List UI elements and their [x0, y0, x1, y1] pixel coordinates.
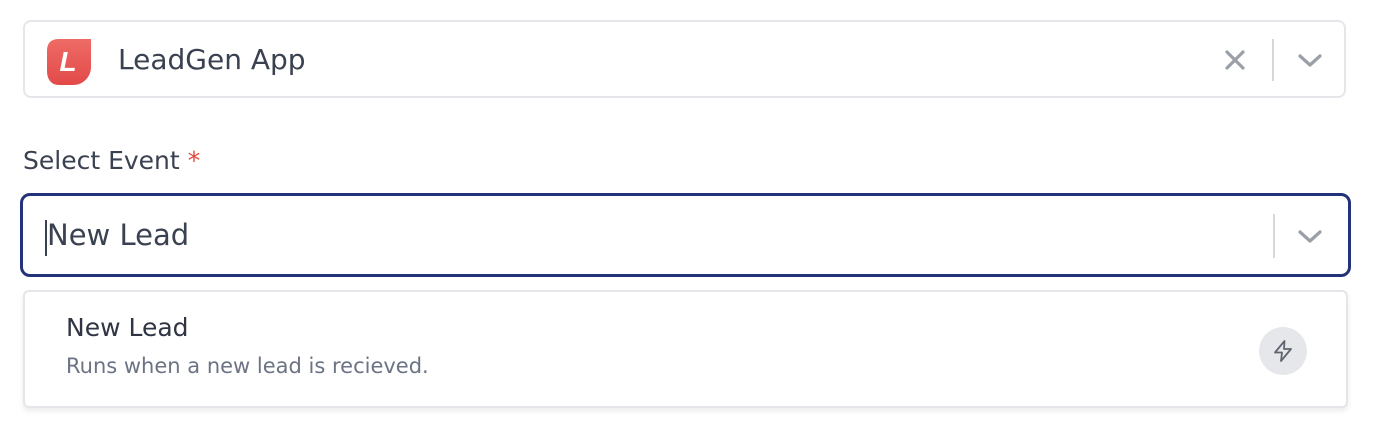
indicator-separator — [1272, 39, 1274, 81]
option-description: Runs when a new lead is recieved. — [66, 354, 429, 378]
logo-letter: L — [59, 46, 76, 77]
app-select[interactable]: L LeadGen App — [23, 20, 1346, 98]
event-dropdown-menu: New Lead Runs when a new lead is recieve… — [23, 290, 1348, 408]
indicator-separator — [1273, 214, 1275, 258]
chevron-down-icon[interactable] — [1296, 50, 1324, 70]
trigger-badge — [1259, 327, 1307, 375]
lightning-icon — [1274, 340, 1292, 362]
event-select-value[interactable]: New Lead — [47, 196, 189, 274]
select-event-label: Select Event * — [23, 139, 200, 183]
chevron-down-icon[interactable] — [1296, 226, 1324, 246]
app-select-value: LeadGen App — [118, 43, 306, 76]
option-title: New Lead — [66, 313, 189, 342]
required-asterisk: * — [187, 146, 201, 175]
close-icon[interactable] — [1224, 49, 1246, 71]
dropdown-option[interactable]: New Lead Runs when a new lead is recieve… — [25, 292, 1346, 406]
event-select[interactable]: New Lead — [20, 193, 1351, 277]
leadgen-logo-icon: L — [47, 39, 91, 85]
select-event-label-text: Select Event — [23, 146, 180, 175]
